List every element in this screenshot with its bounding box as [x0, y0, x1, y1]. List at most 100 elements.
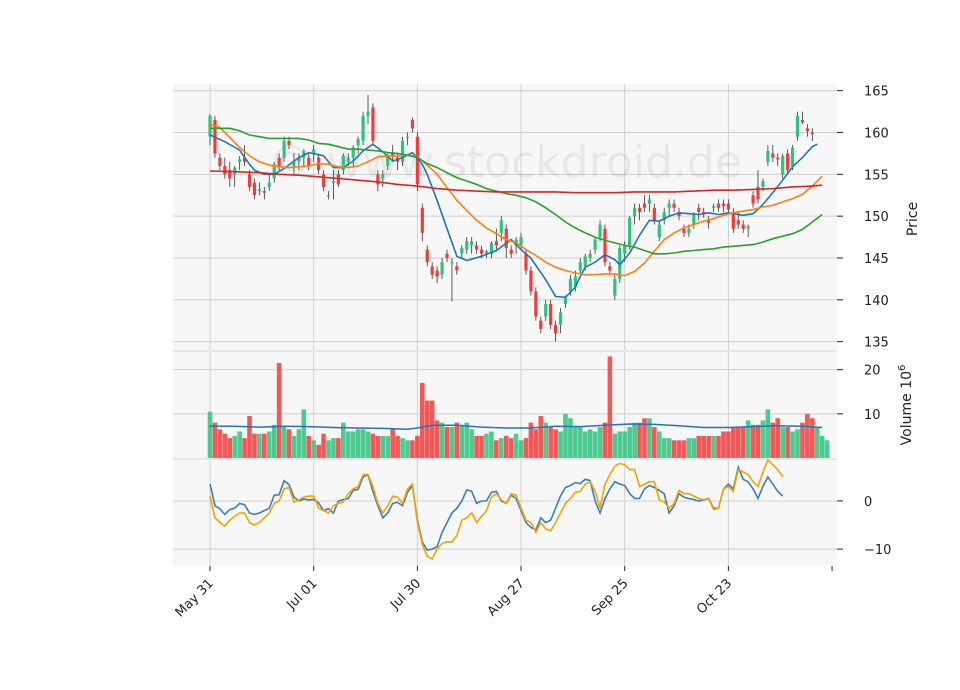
volume-bar — [617, 431, 623, 458]
volume-bar — [385, 435, 391, 458]
volume-bar — [242, 438, 247, 458]
volume-bar — [740, 427, 746, 458]
volume-bar — [726, 431, 731, 458]
volume-bar — [365, 431, 371, 458]
volume-bar — [247, 416, 252, 458]
volume-bar — [523, 438, 529, 458]
candle-body — [267, 182, 271, 187]
candle-body — [563, 298, 568, 304]
volume-bar — [321, 433, 326, 458]
volume-bar — [252, 433, 257, 458]
candle-body — [786, 153, 790, 171]
candle-body — [257, 189, 261, 192]
candle-body — [657, 224, 661, 238]
volume-bar — [232, 435, 238, 458]
volume-bar — [474, 435, 479, 458]
volume-bar — [548, 427, 553, 458]
candle-body — [218, 157, 222, 166]
candle-body — [558, 312, 563, 325]
volume-y-tick-label: 20 — [864, 364, 881, 379]
volume-bar — [217, 429, 223, 458]
volume-bar — [503, 435, 509, 458]
volume-bar — [553, 429, 558, 458]
volume-bar — [790, 431, 795, 458]
volume-bar — [257, 433, 262, 458]
candle-body — [479, 249, 484, 254]
candle-body — [371, 107, 375, 141]
volume-bar — [439, 422, 445, 458]
candle-body — [307, 157, 311, 166]
volume-bar — [814, 427, 820, 458]
volume-bar — [582, 431, 588, 458]
volume-bar — [721, 431, 726, 458]
volume-bar — [661, 438, 667, 458]
volume-bar — [602, 422, 608, 458]
candle-body — [262, 191, 266, 193]
candle-body — [593, 239, 597, 250]
volume-bar — [666, 438, 672, 458]
candle-body — [721, 203, 726, 207]
candle-body — [697, 207, 701, 212]
candle-body — [534, 291, 538, 317]
volume-bar — [568, 418, 573, 458]
price-y-tick-label: 165 — [864, 85, 889, 100]
volume-bar — [237, 431, 242, 458]
candle-body — [277, 157, 281, 166]
candle-body — [623, 245, 627, 254]
volume-bar — [390, 429, 395, 458]
candle-body — [800, 119, 805, 123]
volume-bar — [735, 427, 741, 458]
volume-bar — [350, 431, 356, 458]
volume-bar — [577, 427, 583, 458]
candle-body — [603, 228, 607, 263]
candle-body — [667, 203, 671, 208]
candle-body — [346, 157, 350, 162]
candle-body — [252, 182, 257, 196]
volume-bar — [449, 427, 455, 458]
candle-body — [613, 278, 617, 296]
volume-bar — [469, 429, 474, 458]
volume-bar — [513, 433, 519, 458]
volume-bar — [533, 429, 539, 458]
candle-body — [578, 262, 582, 271]
volume-bar — [810, 418, 815, 458]
volume-bar — [518, 440, 524, 458]
candle-body — [455, 266, 459, 271]
volume-bar — [627, 427, 632, 458]
volume-bar — [336, 438, 341, 458]
volume-bar — [360, 429, 366, 458]
candle-body — [637, 207, 642, 212]
volume-bar — [770, 422, 776, 458]
candle-body — [652, 207, 656, 221]
volume-bar — [306, 435, 312, 458]
candle-body — [445, 253, 449, 258]
volume-bar — [484, 433, 489, 458]
candle-body — [736, 220, 740, 225]
volume-bar — [681, 440, 687, 458]
candle-body — [529, 270, 533, 292]
volume-bar — [434, 420, 440, 458]
candle-body — [741, 224, 745, 229]
volume-bar — [266, 431, 272, 458]
volume-bar — [459, 424, 465, 458]
volume-bar — [420, 382, 425, 458]
candle-body — [376, 174, 380, 185]
volume-bar — [597, 427, 603, 458]
volume-exponent: 6 — [897, 365, 908, 371]
candle-body — [470, 241, 474, 246]
price-axis-title: Price — [905, 202, 921, 236]
volume-bar — [731, 427, 736, 458]
volume-bar — [607, 356, 613, 458]
candle-body — [711, 206, 716, 208]
volume-bar — [424, 400, 430, 458]
candle-body — [766, 150, 770, 162]
volume-bar — [444, 427, 450, 458]
stock-chart: © www.stockdroid.de 13514014515015516016… — [173, 84, 921, 620]
volume-bar — [800, 422, 805, 458]
volume-bar — [454, 422, 460, 458]
volume-bar — [464, 422, 470, 458]
volume-bar — [316, 444, 321, 458]
x-tick-label: Aug 27 — [485, 576, 528, 619]
volume-bar — [296, 429, 302, 458]
volume-bar — [686, 438, 692, 458]
